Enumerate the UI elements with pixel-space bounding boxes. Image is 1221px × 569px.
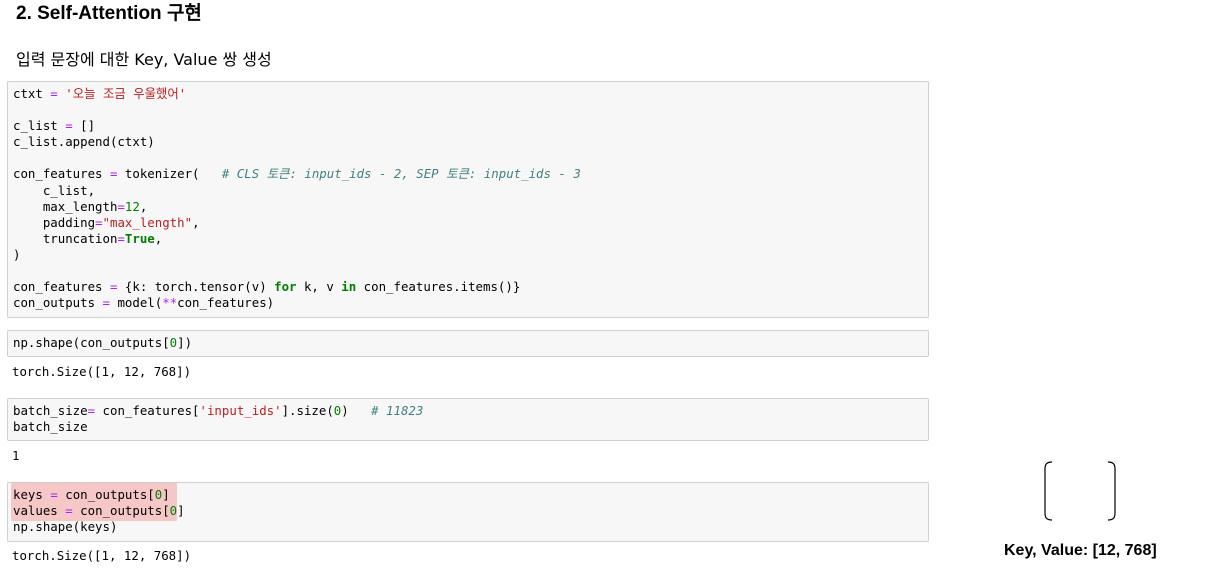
code-operator: = [42,86,66,101]
subtitle: 입력 문장에 대한 Key, Value 쌍 생성 [16,50,272,69]
code-operator: ** [162,295,178,311]
code-cell-batch-size[interactable]: batch_size= con_features['input_ids'].si… [7,398,929,441]
code-token: con_features[ [95,403,200,418]
code-comment: # CLS 토큰: input_ids - 2, SEP 토큰: input_i… [221,166,581,182]
code-token: ] [162,487,170,502]
code-operator: = [117,230,125,246]
code-editor[interactable]: batch_size= con_features['input_ids'].si… [8,399,928,435]
code-number: 0 [169,335,178,350]
code-keyword: in [341,279,357,295]
code-cell-keys-values[interactable]: keys = con_outputs[0] values = con_outpu… [7,482,929,542]
code-token: ) [13,246,21,262]
code-operator: = [95,214,103,230]
code-editor[interactable]: np.shape(con_outputs[0]) [8,331,928,351]
code-operator: = [65,503,73,519]
code-keyword: for [274,279,297,295]
code-token: con_features [13,166,110,182]
code-number: 12 [124,198,140,214]
code-operator: = [65,118,73,134]
code-comment: # 11823 [371,403,424,418]
code-string: 'input_ids' [199,403,282,418]
key-value-shape-label: Key, Value: [12, 768] [1004,542,1157,559]
code-token: padding [13,214,96,230]
code-token: model( [110,295,163,311]
code-token: con_outputs [13,295,103,311]
code-token: batch_size [13,403,88,418]
code-token: con_outputs[ [72,503,170,519]
code-token: c_list.append(ctxt) [13,134,155,150]
code-token: k, v [296,279,342,295]
code-token: [] [72,118,96,134]
code-operator: = [87,403,96,418]
cell-output: torch.Size([1, 12, 768]) [12,364,192,379]
code-operator: = [117,198,125,214]
code-token: , [139,198,148,214]
code-keyword: True [124,230,155,246]
code-token: , [192,214,200,230]
code-operator: = [102,295,110,311]
section-title: 2. Self-Attention 구현 [16,3,202,24]
cell-output: torch.Size([1, 12, 768]) [12,548,192,563]
code-editor[interactable]: keys = con_outputs[0] values = con_outpu… [8,483,928,535]
bracket-shape [1044,461,1116,521]
code-token: np.shape(keys) [13,519,118,535]
code-operator: = [50,487,58,502]
code-token: {k: torch.tensor(v) [117,279,275,295]
code-token: keys [13,487,51,502]
code-string: '오늘 조금 우울했어' [65,86,187,101]
code-token: ctxt [13,86,43,101]
code-token: tokenizer( [117,166,222,182]
cell-output: 1 [12,448,20,463]
code-token: ].size( [281,403,334,418]
code-string: "max_length" [102,214,193,230]
code-token: con_outputs[ [57,487,155,502]
code-token: np.shape(con_outputs[ [13,335,170,350]
code-token: , [154,230,163,246]
code-cell-shape[interactable]: np.shape(con_outputs[0]) [7,330,929,357]
code-token: ) [341,403,372,418]
code-token: c_list [13,118,66,134]
code-editor[interactable]: ctxt = '오늘 조금 우울했어' c_list = [] c_list.a… [8,82,928,311]
code-token: con_features) [177,295,275,311]
code-token: con_features [13,279,110,295]
code-cell-tokenize[interactable]: ctxt = '오늘 조금 우울했어' c_list = [] c_list.a… [7,81,929,318]
code-token: con_features.items()} [356,279,521,295]
code-token: ]) [177,335,193,350]
code-token: c_list, [13,182,96,198]
code-token: ] [177,503,185,519]
code-token: max_length [13,198,118,214]
code-token: batch_size [13,419,88,435]
code-token: values [13,503,66,519]
code-token: truncation [13,230,118,246]
